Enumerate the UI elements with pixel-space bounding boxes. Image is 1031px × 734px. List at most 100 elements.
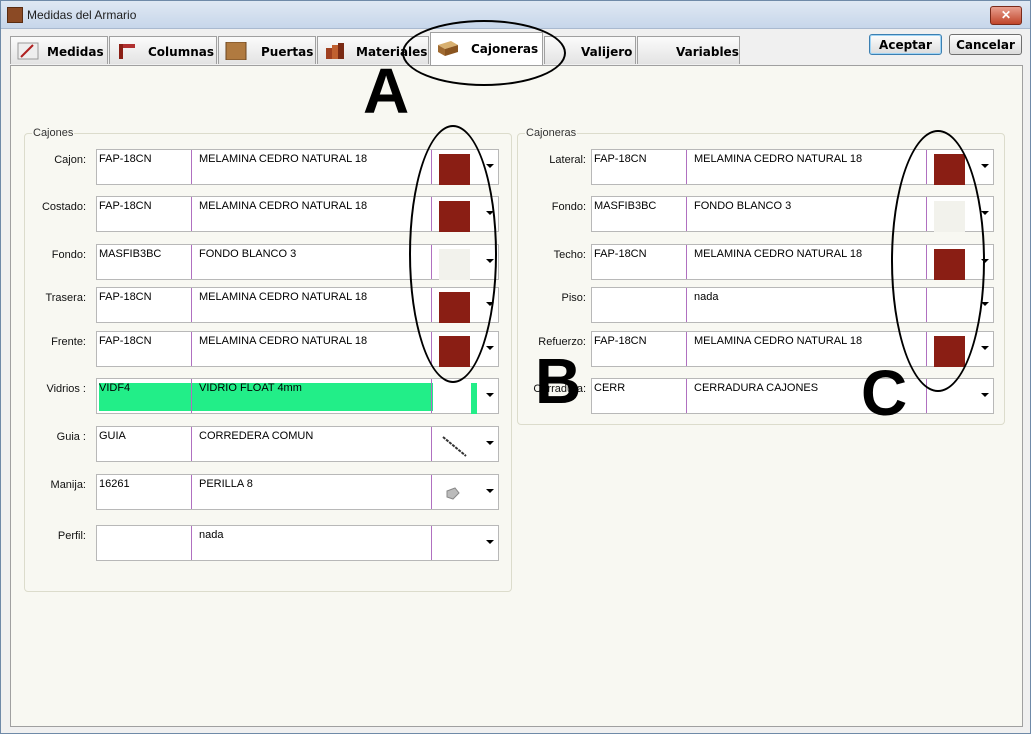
column-divider: [191, 332, 192, 366]
chevron-down-icon[interactable]: [981, 393, 989, 397]
annotation-ellipse-c: [891, 130, 985, 392]
column-divider: [686, 288, 687, 322]
group-title: Cajones: [32, 127, 75, 139]
column-divider: [686, 150, 687, 184]
material-code: VIDF4: [99, 382, 131, 394]
material-code: MASFIB3BC: [99, 248, 162, 260]
column-divider: [431, 475, 432, 509]
material-description: MELAMINA CEDRO NATURAL 18: [199, 153, 368, 165]
tab-medidas[interactable]: Medidas: [10, 36, 108, 64]
material-code: FAP-18CN: [99, 153, 152, 165]
app-window: Medidas del Armario ✕ Medidas Columnas P…: [0, 0, 1031, 734]
row-label: Fondo:: [51, 249, 86, 261]
tab-label: Cajoneras: [471, 42, 539, 56]
annotation-letter-a: A: [363, 55, 410, 127]
material-description: nada: [199, 529, 224, 541]
column-icon: [119, 44, 135, 59]
ruler-pencil-icon: [17, 42, 39, 60]
material-code: 16261: [99, 478, 130, 490]
column-divider: [431, 427, 432, 461]
tab-columnas[interactable]: Columnas: [109, 36, 217, 64]
row-label: Lateral:: [549, 154, 586, 166]
material-description: MELAMINA CEDRO NATURAL 18: [199, 335, 368, 347]
row-label: Trasera:: [45, 292, 86, 304]
chevron-down-icon[interactable]: [486, 540, 494, 544]
column-divider: [191, 197, 192, 231]
row-label: Vidrios :: [46, 383, 86, 395]
material-description: MELAMINA CEDRO NATURAL 18: [694, 248, 863, 260]
chevron-down-icon[interactable]: [981, 211, 989, 215]
material-description: MELAMINA CEDRO NATURAL 18: [199, 200, 368, 212]
wardrobe-icon: [7, 7, 23, 23]
tab-label: Medidas: [47, 45, 104, 59]
close-button[interactable]: ✕: [990, 6, 1022, 25]
material-code: MASFIB3BC: [594, 200, 657, 212]
material-code: FAP-18CN: [594, 153, 647, 165]
group-title: Cajoneras: [525, 127, 578, 139]
material-description: FONDO BLANCO 3: [694, 200, 792, 212]
column-divider: [686, 197, 687, 231]
row-label: Frente:: [51, 336, 86, 348]
material-selector[interactable]: 16261 PERILLA 8: [96, 474, 499, 510]
tab-cajoneras[interactable]: Cajoneras: [430, 32, 543, 65]
row-label: Fondo:: [551, 201, 586, 213]
material-description: nada: [694, 291, 719, 303]
drawer-icon: [438, 41, 458, 56]
row-label: Guia :: [56, 431, 86, 443]
column-divider: [191, 427, 192, 461]
row-label: Piso:: [561, 292, 586, 304]
column-divider: [686, 379, 687, 413]
knob-icon: [439, 479, 470, 510]
column-divider: [191, 150, 192, 184]
material-description: FONDO BLANCO 3: [199, 248, 297, 260]
column-divider: [431, 526, 432, 560]
column-divider: [191, 379, 192, 413]
material-description: CORREDERA COMUN: [199, 430, 314, 442]
tab-puertas[interactable]: Puertas: [218, 36, 316, 64]
chevron-down-icon[interactable]: [486, 489, 494, 493]
tab-label: Variables: [676, 45, 739, 59]
chevron-down-icon[interactable]: [981, 164, 989, 168]
glass-swatch: [471, 383, 477, 414]
annotation-letter-c: C: [861, 357, 908, 429]
chevron-down-icon[interactable]: [486, 441, 494, 445]
material-selector[interactable]: VIDF4 VIDRIO FLOAT 4mm: [96, 378, 499, 414]
tab-label: Valijero: [581, 45, 633, 59]
column-divider: [431, 379, 432, 413]
material-code: FAP-18CN: [99, 200, 152, 212]
material-code: GUIA: [99, 430, 126, 442]
column-divider: [191, 245, 192, 279]
material-description: MELAMINA CEDRO NATURAL 18: [694, 153, 863, 165]
column-divider: [191, 288, 192, 322]
column-divider: [191, 526, 192, 560]
material-code: CERR: [594, 382, 626, 394]
cancel-button[interactable]: Cancelar: [949, 34, 1022, 55]
material-description: MELAMINA CEDRO NATURAL 18: [694, 335, 863, 347]
window-title: Medidas del Armario: [27, 8, 137, 22]
material-description: PERILLA 8: [199, 478, 253, 490]
row-label: Cajon:: [54, 154, 86, 166]
column-divider: [686, 245, 687, 279]
annotation-ellipse-b: [409, 125, 497, 383]
tab-variables[interactable]: Variables: [637, 36, 740, 64]
material-description: CERRADURA CAJONES: [694, 382, 819, 394]
chevron-down-icon[interactable]: [486, 346, 494, 350]
material-description: VIDRIO FLOAT 4mm: [199, 382, 302, 394]
chevron-down-icon[interactable]: [981, 346, 989, 350]
accept-button[interactable]: Aceptar: [869, 34, 942, 55]
column-divider: [191, 475, 192, 509]
rail-icon: [439, 431, 470, 462]
chevron-down-icon[interactable]: [486, 393, 494, 397]
material-code: FAP-18CN: [594, 248, 647, 260]
material-selector[interactable]: GUIA CORREDERA COMUN: [96, 426, 499, 462]
row-label: Techo:: [553, 249, 586, 261]
material-code: FAP-18CN: [99, 335, 152, 347]
material-selector[interactable]: nada: [96, 525, 499, 561]
tab-label: Columnas: [148, 45, 214, 59]
column-divider: [686, 332, 687, 366]
chevron-down-icon[interactable]: [486, 164, 494, 168]
material-description: MELAMINA CEDRO NATURAL 18: [199, 291, 368, 303]
row-label: Perfil:: [57, 530, 86, 542]
row-label: Manija:: [50, 479, 86, 491]
row-label: Costado:: [41, 201, 86, 213]
